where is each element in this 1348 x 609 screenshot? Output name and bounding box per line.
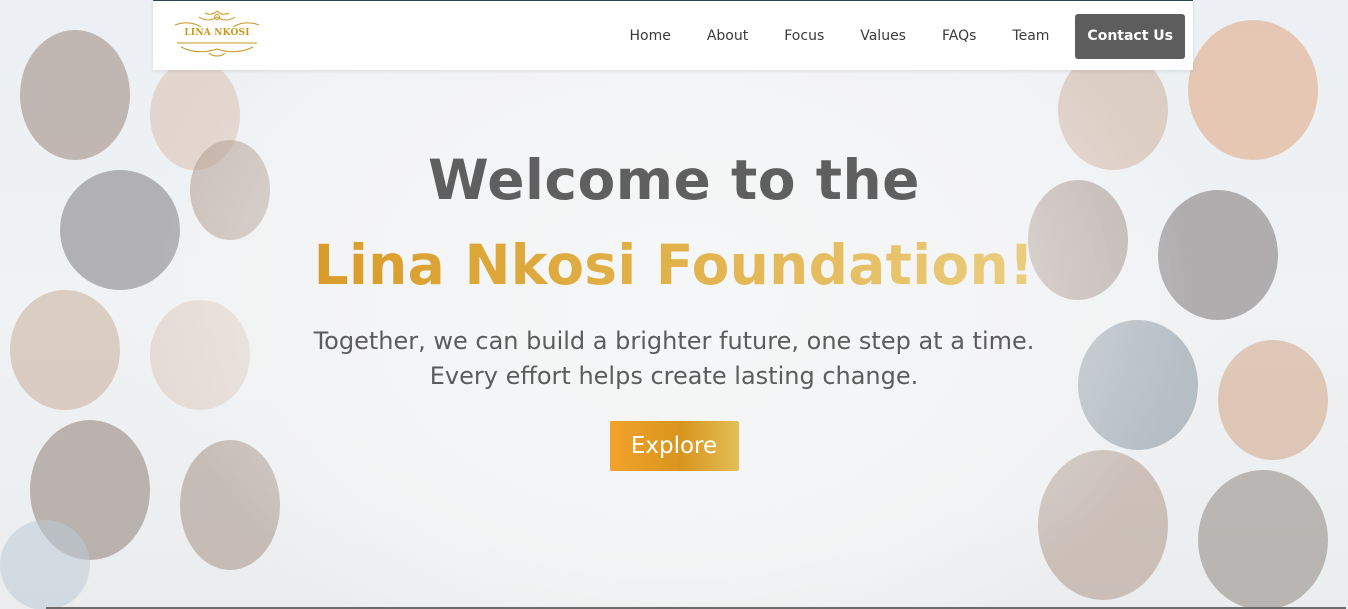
explore-button[interactable]: Explore xyxy=(609,421,739,471)
hero-subtext-line1: Together, we can build a brighter future… xyxy=(313,327,1035,355)
nav-focus[interactable]: Focus xyxy=(766,13,842,59)
hero-headline-line2: Lina Nkosi Foundation! xyxy=(200,220,1148,310)
nav-faqs[interactable]: FAQs xyxy=(924,13,994,59)
hero-content: Welcome to the Lina Nkosi Foundation! To… xyxy=(200,140,1148,471)
contact-us-button[interactable]: Contact Us xyxy=(1075,13,1185,59)
hero-headline-line1: Welcome to the xyxy=(428,148,920,212)
hero-subtext-line2: Every effort helps create lasting change… xyxy=(429,362,919,390)
main-nav: Home About Focus Values FAQs Team Contac… xyxy=(612,13,1185,59)
hero-subtext: Together, we can build a brighter future… xyxy=(200,324,1148,394)
logo-wordmark: LINA NKOSI xyxy=(184,28,250,38)
nav-team[interactable]: Team xyxy=(994,13,1067,59)
nav-about[interactable]: About xyxy=(689,13,766,59)
nav-values[interactable]: Values xyxy=(842,13,924,59)
nav-home[interactable]: Home xyxy=(612,13,689,59)
foundation-logo[interactable]: LINA NKOSI xyxy=(169,7,265,59)
top-navbar: LINA NKOSI Home About Focus Values FAQs … xyxy=(153,0,1193,70)
